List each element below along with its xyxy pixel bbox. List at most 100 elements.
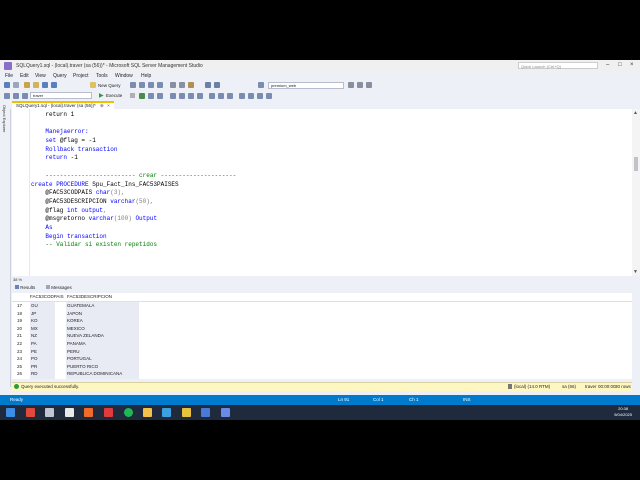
redo-icon[interactable]: [214, 82, 220, 88]
new-file-icon[interactable]: [24, 82, 30, 88]
minimize-icon[interactable]: –: [606, 62, 609, 68]
pin-icon[interactable]: ⊕: [100, 103, 104, 108]
indent-icon[interactable]: [266, 93, 272, 99]
folder-icon[interactable]: [143, 408, 152, 417]
database-selector[interactable]: premium_web: [268, 82, 344, 89]
code-area[interactable]: return 1 Manejaerror: set @flag = -1 Rol…: [31, 111, 621, 250]
cell-descripcion[interactable]: KOREA: [66, 317, 139, 325]
code-line[interactable]: @FAC53DESCRIPCION varchar(50),: [31, 198, 621, 207]
quick-launch-input[interactable]: Quick Launch (Ctrl+Q): [518, 62, 598, 69]
cell-codpais[interactable]: MX: [30, 324, 55, 333]
paste-icon[interactable]: [188, 82, 194, 88]
include-plan-icon[interactable]: [179, 93, 185, 99]
scroll-down-icon[interactable]: ▼: [633, 269, 638, 275]
save-icon[interactable]: [42, 82, 48, 88]
table-row[interactable]: 18 JP JAPON: [12, 309, 142, 318]
code-line[interactable]: [31, 163, 621, 172]
find-icon[interactable]: [258, 82, 264, 88]
cell-codpais[interactable]: PR: [30, 362, 55, 371]
cell-codpais[interactable]: RD: [30, 370, 55, 378]
execute-button[interactable]: Execute: [106, 93, 122, 98]
code-line[interactable]: return 1: [31, 111, 621, 120]
results-to-text-icon[interactable]: [209, 93, 215, 99]
menu-query[interactable]: Query: [53, 73, 67, 79]
cell-codpais[interactable]: RU: [30, 378, 55, 379]
save-all-icon[interactable]: [51, 82, 57, 88]
connect-icon[interactable]: [4, 93, 10, 99]
zoom-level[interactable]: 38 %: [13, 277, 22, 282]
execute-icon[interactable]: ▶: [99, 92, 104, 99]
live-stats-icon[interactable]: [188, 93, 194, 99]
table-row[interactable]: 24 PO PORTUGAL: [12, 355, 142, 363]
table-row[interactable]: 25 PR PUERTO RICO: [12, 362, 142, 371]
code-line[interactable]: set @flag = -1: [31, 137, 621, 146]
table-row[interactable]: 20 MX MEXICO: [12, 324, 142, 333]
tab-sqlquery1[interactable]: SQLQuery1.sql - (local).traver (sa (56))…: [12, 101, 114, 109]
menu-project[interactable]: Project: [73, 73, 89, 79]
code-line[interactable]: @flag int output,: [31, 207, 621, 216]
new-query-button[interactable]: New Query: [98, 83, 121, 88]
table-row[interactable]: 23 PE PERU: [12, 347, 142, 356]
app-icon-1[interactable]: [26, 408, 35, 417]
tab-messages[interactable]: Messages: [46, 285, 72, 290]
display-plan-icon[interactable]: [148, 93, 154, 99]
change-connection-icon[interactable]: [13, 93, 19, 99]
code-line[interactable]: [31, 120, 621, 129]
results-to-grid-icon[interactable]: [218, 93, 224, 99]
column-header-descripcion[interactable]: FAC53DESCRIPCION: [67, 294, 112, 299]
menu-view[interactable]: View: [35, 73, 46, 79]
column-header-codpais[interactable]: FAC53CODPAIS: [30, 294, 64, 299]
parse-icon[interactable]: [139, 93, 145, 99]
cell-descripcion[interactable]: GUATEMALA: [66, 302, 139, 310]
cell-descripcion[interactable]: PANAMA: [66, 340, 139, 348]
scroll-up-icon[interactable]: ▲: [633, 110, 638, 116]
editor-vertical-scrollbar[interactable]: ▲ ▼: [632, 109, 640, 276]
table-row[interactable]: 21 NZ NUEVA ZELANDA: [12, 332, 142, 340]
cell-descripcion[interactable]: MEXICO: [66, 324, 139, 333]
cell-codpais[interactable]: GU: [30, 302, 55, 310]
cell-descripcion[interactable]: NUEVA ZELANDA: [66, 332, 139, 340]
ssms-taskbar-icon[interactable]: [182, 408, 191, 417]
maximize-icon[interactable]: □: [618, 62, 622, 68]
close-tab-icon[interactable]: ×: [107, 103, 110, 108]
client-stats-icon[interactable]: [197, 93, 203, 99]
app-icon-7[interactable]: [221, 408, 230, 417]
cell-codpais[interactable]: NZ: [30, 332, 55, 340]
outdent-icon[interactable]: [257, 93, 263, 99]
cell-descripcion[interactable]: PORTUGAL: [66, 355, 139, 363]
cell-descripcion[interactable]: PERU: [66, 347, 139, 356]
close-icon[interactable]: ×: [630, 62, 634, 68]
app-icon-2[interactable]: [45, 408, 54, 417]
cell-descripcion[interactable]: JAPON: [66, 309, 139, 318]
cell-descripcion[interactable]: REPUBLICA DOMINICANA: [66, 370, 139, 378]
cell-descripcion[interactable]: RUSIA: [66, 378, 139, 379]
cell-codpais[interactable]: PA: [30, 340, 55, 348]
query-editor[interactable]: return 1 Manejaerror: set @flag = -1 Rol…: [12, 109, 632, 276]
back-icon[interactable]: [4, 82, 10, 88]
search-icon[interactable]: [348, 82, 354, 88]
code-line[interactable]: Begin transaction: [31, 233, 621, 242]
open-file-icon[interactable]: [33, 82, 39, 88]
cancel-execution-icon[interactable]: [130, 93, 135, 98]
code-line[interactable]: return -1: [31, 154, 621, 163]
mdx-query-icon[interactable]: [139, 82, 145, 88]
database-engine-query-icon[interactable]: [130, 82, 136, 88]
cell-codpais[interactable]: JP: [30, 309, 55, 318]
code-line[interactable]: create PROCEDURE Spu_Fact_Ins_FAC53PAISE…: [31, 181, 621, 190]
results-to-file-icon[interactable]: [227, 93, 233, 99]
cell-codpais[interactable]: PO: [30, 355, 55, 363]
app-icon-5[interactable]: [162, 408, 171, 417]
code-line[interactable]: Manejaerror:: [31, 128, 621, 137]
table-row[interactable]: 19 KO KOREA: [12, 317, 142, 325]
cut-icon[interactable]: [170, 82, 176, 88]
cell-codpais[interactable]: KO: [30, 317, 55, 325]
copy-icon[interactable]: [179, 82, 185, 88]
disconnect-icon[interactable]: [22, 93, 28, 99]
object-explorer-tab[interactable]: Object Explorer: [2, 105, 7, 133]
table-row[interactable]: 17 GU GUATEMALA: [12, 302, 142, 310]
code-line[interactable]: @FAC53CODPAIS char(3),: [31, 189, 621, 198]
new-query-icon[interactable]: [90, 82, 96, 88]
intellisense-icon[interactable]: [170, 93, 176, 99]
table-row[interactable]: 22 PA PANAMA: [12, 340, 142, 348]
uncomment-icon[interactable]: [248, 93, 254, 99]
